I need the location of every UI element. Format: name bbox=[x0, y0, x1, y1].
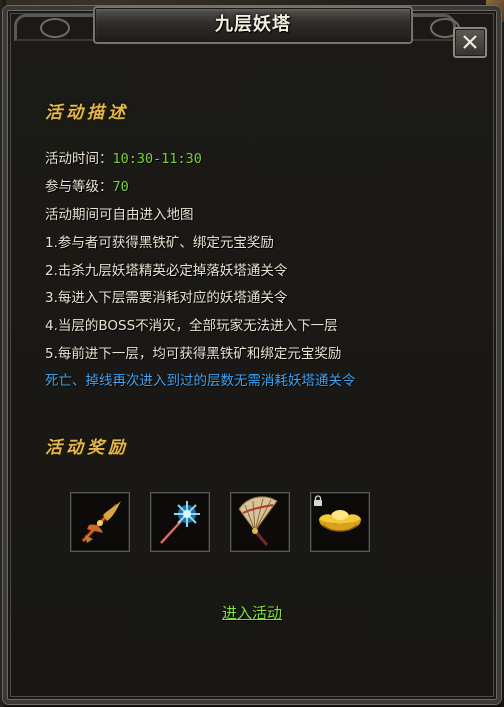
lock-icon bbox=[314, 495, 322, 506]
enter-activity-link[interactable]: 进入活动 bbox=[0, 602, 504, 623]
rule-item: 5.每前进下一层，均可获得黑铁矿和绑定元宝奖励 bbox=[45, 346, 342, 362]
rule-item: 1.参与者可获得黑铁矿、绑定元宝奖励 bbox=[45, 235, 274, 251]
description-heading: 活动描述 bbox=[45, 103, 129, 123]
rule-item: 4.当层的BOSS不消灭，全部玩家无法进入下一层 bbox=[45, 318, 338, 334]
rule-item: 3.每进入下层需要消耗对应的妖塔通关令 bbox=[45, 290, 288, 306]
window-title: 九层妖塔 bbox=[215, 14, 291, 35]
reward-slot-3[interactable] bbox=[230, 492, 290, 552]
level-value: 70 bbox=[112, 179, 129, 195]
close-button[interactable] bbox=[453, 27, 487, 58]
war-fan-icon bbox=[233, 495, 287, 549]
reward-slot-4[interactable] bbox=[310, 492, 370, 552]
activity-time-row: 活动时间：10:30-11:30 bbox=[45, 147, 202, 167]
crystal-staff-icon bbox=[153, 495, 207, 549]
rule-item: 2.击杀九层妖塔精英必定掉落妖塔通关令 bbox=[45, 263, 288, 279]
highlight-note: 死亡、掉线再次进入到过的层数无需消耗妖塔通关令 bbox=[45, 373, 356, 389]
flame-spear-icon bbox=[73, 495, 127, 549]
reward-slot-1[interactable] bbox=[70, 492, 130, 552]
activity-window: 九层妖塔 活动描述 活动时间：10:30-11:30 参与等级：70 活动期间可… bbox=[0, 0, 504, 707]
activity-time-label: 活动时间： bbox=[45, 151, 113, 167]
free-entry-text: 活动期间可自由进入地图 bbox=[45, 207, 194, 223]
activity-time-value: 10:30-11:30 bbox=[112, 151, 202, 167]
level-label: 参与等级： bbox=[45, 179, 113, 195]
reward-slot-2[interactable] bbox=[150, 492, 210, 552]
swirl-ornament-left bbox=[40, 18, 70, 38]
rewards-heading: 活动奖励 bbox=[45, 438, 129, 458]
level-row: 参与等级：70 bbox=[45, 175, 129, 195]
title-bar[interactable]: 九层妖塔 bbox=[0, 0, 504, 52]
close-icon bbox=[463, 35, 477, 49]
